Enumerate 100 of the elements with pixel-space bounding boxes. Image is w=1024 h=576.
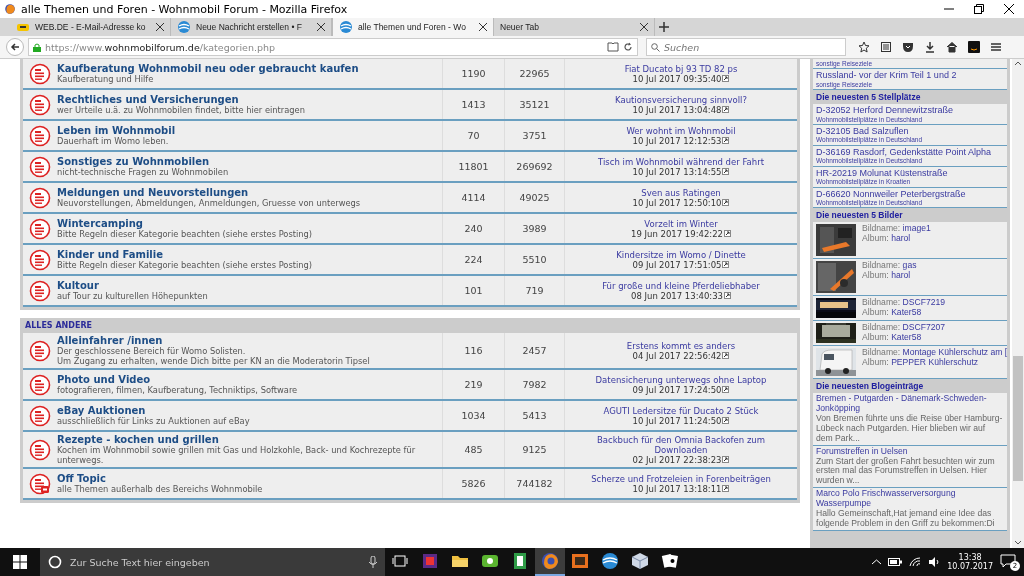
forum-title-link[interactable]: Kinder und Familie: [57, 249, 313, 260]
last-post-link[interactable]: Erstens kommt es anders: [626, 340, 736, 351]
close-icon[interactable]: [1004, 4, 1014, 14]
entry-link[interactable]: D-66620 Nonnweiler Peterbergstraße: [816, 188, 966, 199]
amazon-icon[interactable]: [968, 41, 980, 53]
post-count: 744182: [505, 469, 565, 498]
app-icon: [570, 551, 590, 571]
last-post-link[interactable]: Datensicherung unterwegs ohne Laptop: [595, 374, 767, 385]
last-post-link[interactable]: Fiat Ducato bj 93 TD 82 ps: [624, 63, 738, 74]
taskbar-search-field[interactable]: Zur Suche Text hier eingeben: [68, 555, 363, 569]
speaker-icon[interactable]: [928, 557, 941, 567]
windows-start-icon[interactable]: [13, 555, 27, 569]
reload-icon[interactable]: [623, 42, 633, 52]
image-name[interactable]: Bildname: Montage Kühlerschutz am [: [862, 348, 1008, 359]
forum-icon: [29, 186, 51, 209]
goto-post-icon[interactable]: [722, 261, 730, 268]
goto-post-icon[interactable]: [722, 485, 730, 492]
address-bar[interactable]: https://www.wohnmobilforum.de/kategorien.php: [28, 38, 638, 56]
blog-title-link[interactable]: Marco Polo Frischwasserversorgung Wasserpumpe: [816, 489, 1004, 509]
forum-title-link[interactable]: Rechtliches und Versicherungen: [57, 94, 305, 105]
goto-post-icon[interactable]: [722, 137, 730, 144]
goto-post-icon[interactable]: [722, 456, 730, 463]
goto-post-icon[interactable]: [722, 106, 730, 113]
goto-post-icon[interactable]: [722, 386, 730, 393]
bookmarks-list-icon[interactable]: [880, 41, 892, 53]
goto-post-icon[interactable]: [722, 75, 730, 82]
forum-title-link[interactable]: Photo und Video: [57, 374, 298, 385]
forum-description: nicht-technische Fragen zu Wohnmobilen: [57, 167, 229, 177]
forum-title-link[interactable]: Alleinfahrer /innen: [57, 335, 370, 346]
last-post-link[interactable]: Sven aus Ratingen: [641, 187, 721, 198]
goto-post-icon[interactable]: [722, 352, 730, 359]
goto-post-icon[interactable]: [722, 199, 730, 206]
image-name[interactable]: Bildname: DSCF7207: [862, 323, 946, 334]
forum-title-link[interactable]: Kultour: [57, 280, 208, 291]
last-post-link[interactable]: AGUTI Ledersitze für Ducato 2 Stück: [603, 405, 759, 416]
album-name[interactable]: Album: PEPPER Kühlerschutz: [862, 358, 979, 369]
forum-title-link[interactable]: Kaufberatung Wohnmobil neu oder gebraucht kaufen: [57, 63, 359, 74]
last-post-link[interactable]: Kautionsversicherung sinnvoll?: [615, 94, 747, 105]
album-name[interactable]: Album: harol: [862, 234, 911, 245]
forum-title-link[interactable]: Wintercamping: [57, 218, 313, 229]
back-button[interactable]: [6, 38, 24, 56]
battery-icon[interactable]: [888, 558, 903, 566]
scrollbar[interactable]: [1012, 59, 1024, 548]
image-name[interactable]: Bildname: image1: [862, 224, 931, 235]
blog-excerpt: Zum Start der großen Fahrt besuchten wir zum ersten mal das Forumstreffen in Uelsen. Hier wurden w...: [816, 456, 996, 487]
image-name[interactable]: Bildname: gas: [862, 261, 917, 272]
entry-link[interactable]: D-36169 Rasdorf, Gedenkstätte Point Alpha: [816, 146, 992, 158]
blog-title-link[interactable]: Forumstreffen in Uelsen: [816, 446, 1004, 457]
forum-title-link[interactable]: Meldungen und Neuvorstellungen: [57, 187, 361, 198]
goto-post-icon[interactable]: [722, 417, 730, 424]
topic-count: 1413: [443, 90, 505, 119]
post-count: 9125: [505, 432, 565, 467]
entry-link[interactable]: D-32052 Herford Dennewitzstraße: [816, 105, 954, 116]
menu-icon[interactable]: [990, 41, 1002, 53]
entry-link[interactable]: HR-20219 Molunat Küstenstraße: [816, 167, 948, 179]
forum-title-link[interactable]: eBay Auktionen: [57, 405, 250, 416]
forum-title-link[interactable]: Rezepte - kochen und grillen: [57, 434, 416, 445]
goto-post-icon[interactable]: [724, 230, 731, 237]
restore-icon[interactable]: [974, 4, 984, 14]
goto-post-icon[interactable]: [724, 292, 731, 299]
last-post-link[interactable]: Für große und kleine Pferdeliebhaber: [602, 280, 760, 291]
blog-title-link[interactable]: Bremen - Putgarden - Dänemark-Schweden-Jonköpping: [816, 394, 1004, 415]
last-post-link[interactable]: Backbuch für den Omnia Backofen zum Downloaden: [573, 434, 789, 455]
entry-link[interactable]: D-32105 Bad Salzuflen: [816, 126, 909, 137]
last-post-link[interactable]: Kindersitze im Womo / Dinette: [616, 249, 746, 260]
clock[interactable]: 13:38 10.07.2017: [947, 553, 993, 571]
forum-title-link[interactable]: Leben im Wohnmobil: [57, 125, 176, 136]
browser-tab[interactable]: alle Themen und Foren - Wo: [332, 18, 494, 36]
close-icon[interactable]: [317, 23, 325, 31]
search-field[interactable]: Suchen: [664, 41, 824, 53]
new-tab-icon[interactable]: [659, 22, 669, 32]
last-post-link[interactable]: Wer wohnt im Wohnmobil: [626, 125, 736, 136]
image-name[interactable]: Bildname: DSCF7219: [862, 298, 946, 309]
taskbar-search-box[interactable]: Zur Suche Text hier eingeben: [40, 548, 385, 576]
last-post-link[interactable]: Tisch im Wohnmobil während der Fahrt: [598, 156, 764, 167]
topic-count: 116: [443, 333, 505, 368]
wifi-icon[interactable]: [909, 557, 922, 567]
close-icon[interactable]: [640, 23, 648, 31]
last-post-link[interactable]: Vorzelt im Winter: [644, 218, 718, 229]
forum-title-link[interactable]: Off Topic: [57, 473, 263, 484]
bookmark-star-icon[interactable]: [858, 41, 870, 53]
close-icon[interactable]: [156, 23, 164, 31]
forum-title-link[interactable]: Sonstiges zu Wohnmobilen: [57, 156, 229, 167]
album-name[interactable]: Album: harol: [862, 271, 911, 282]
reader-view-icon[interactable]: [607, 42, 619, 52]
last-post-link[interactable]: Scherze und Frotzeleien in Forenbeiträgen: [591, 473, 771, 484]
download-icon[interactable]: [924, 41, 936, 53]
chevron-up-icon[interactable]: [872, 559, 882, 565]
album-name[interactable]: Album: Kater58: [862, 308, 922, 319]
goto-post-icon[interactable]: [722, 168, 730, 175]
pocket-icon[interactable]: [902, 41, 914, 53]
circle-icon[interactable]: [48, 555, 62, 569]
album-name[interactable]: Album: Kater58: [862, 333, 922, 344]
home-icon[interactable]: [946, 41, 958, 53]
microphone-icon[interactable]: [369, 556, 377, 568]
entry-link[interactable]: Russland- vor der Krim Teil 1 und 2: [816, 70, 957, 81]
search-box[interactable]: Suchen: [646, 38, 846, 56]
close-icon[interactable]: [479, 23, 487, 31]
forum-icon: [29, 62, 51, 85]
last-post-date: 10 Jul 2017 12:12:53: [632, 135, 722, 146]
